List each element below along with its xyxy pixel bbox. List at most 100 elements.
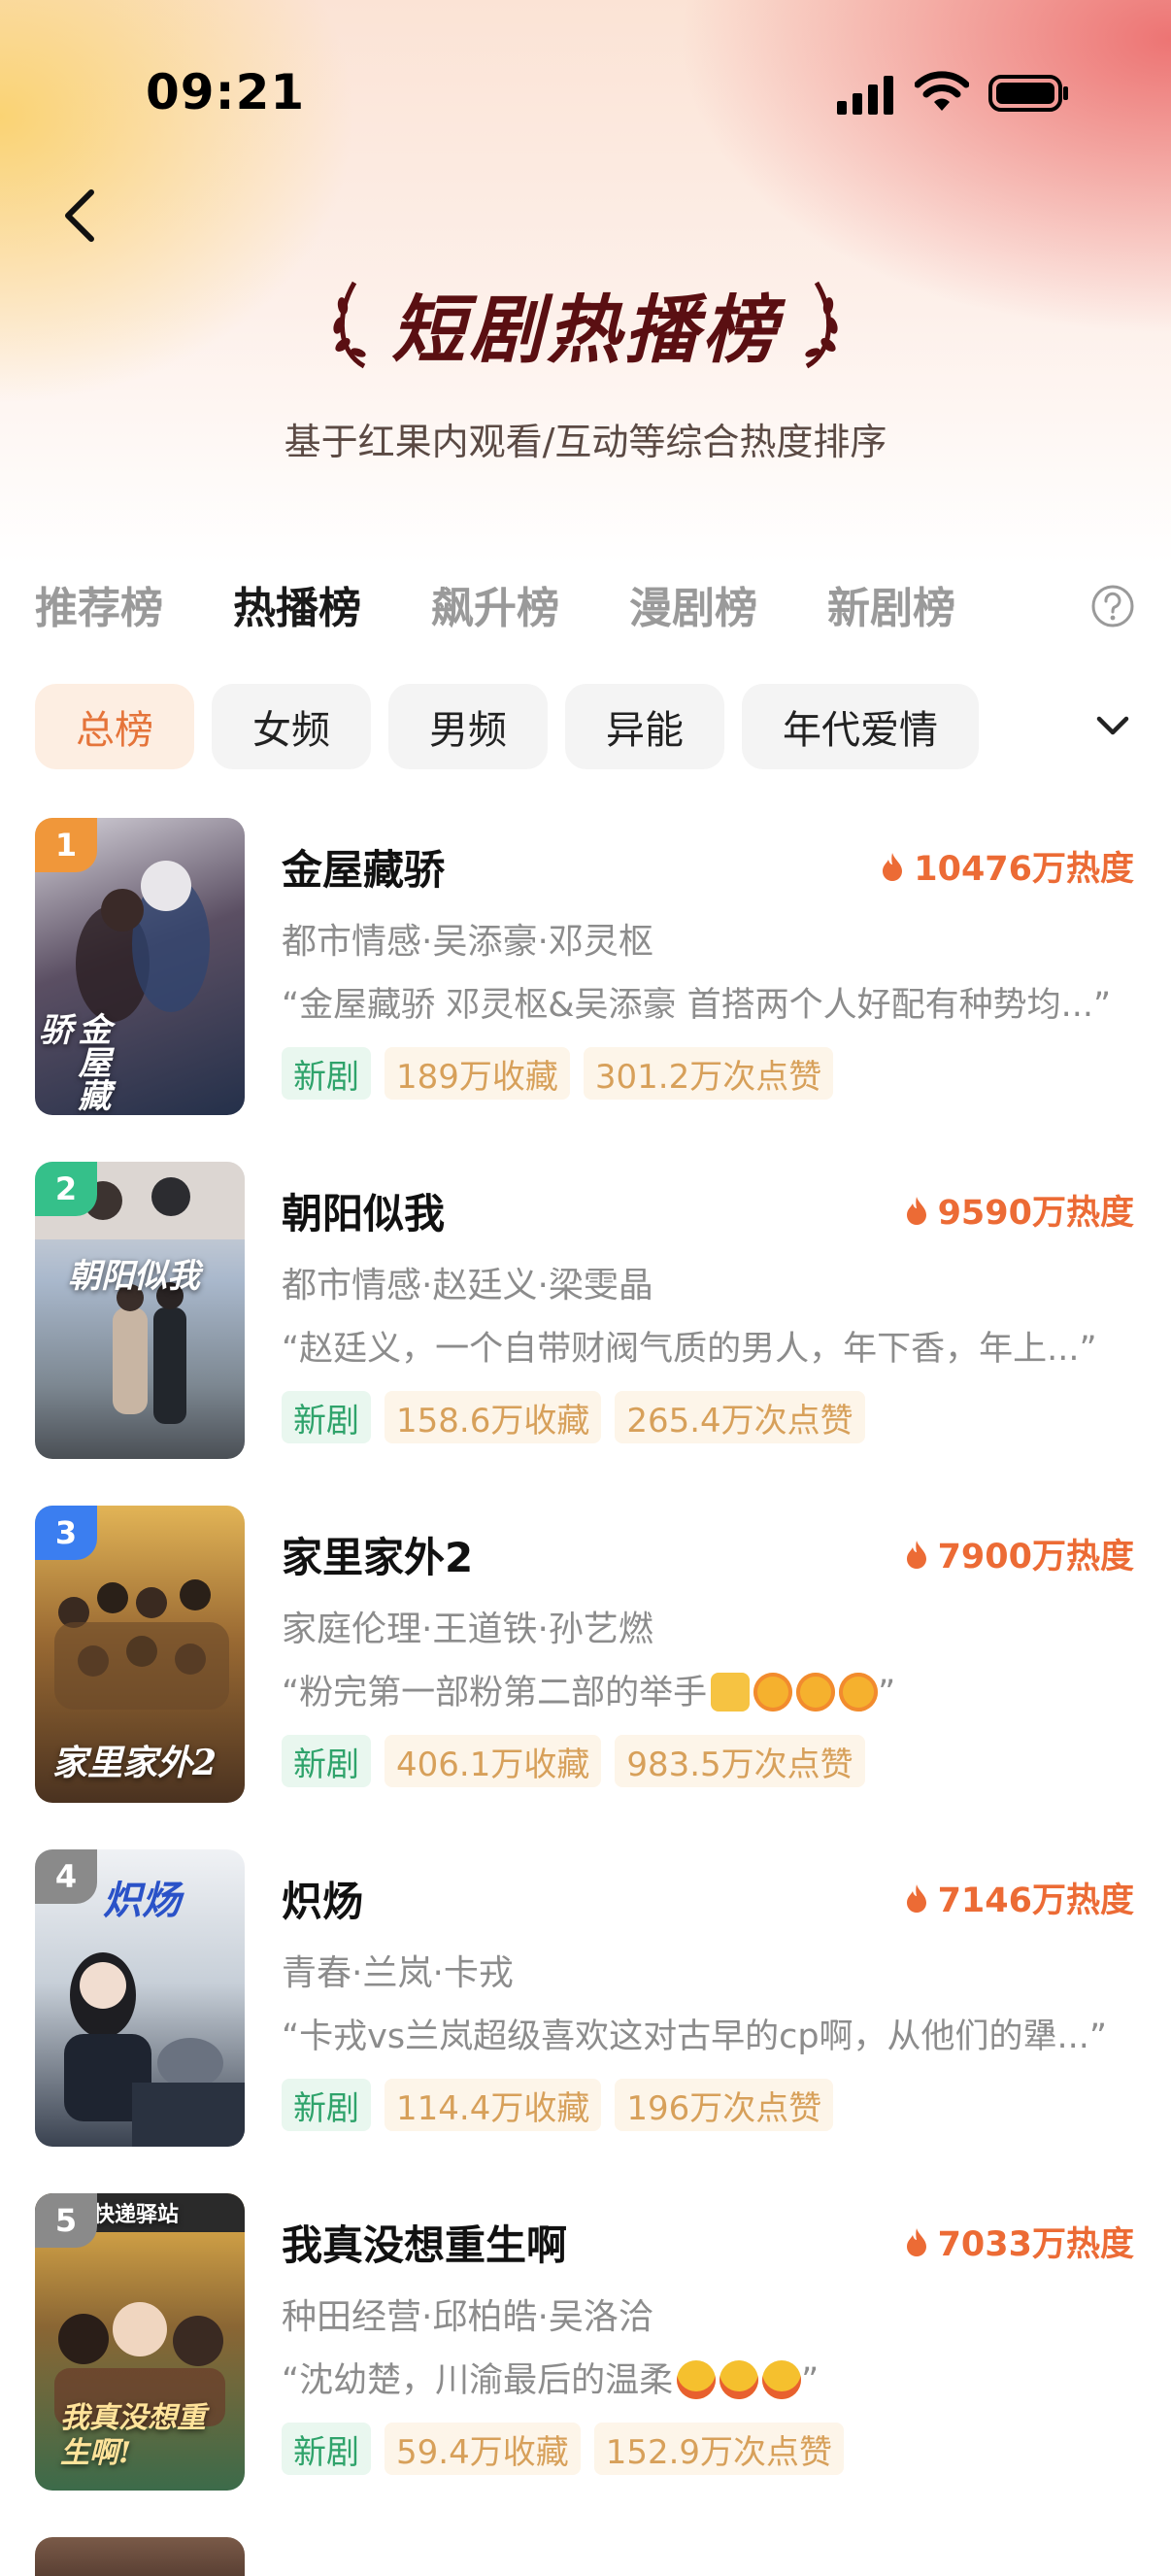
drama-tags: 种田经营·邱柏皓·吴洛洽: [282, 2297, 653, 2337]
tab-rising[interactable]: 飙升榜: [431, 573, 559, 641]
drama-item[interactable]: 家里家外2 3 家里家外2 7900万热度 家庭伦理·王道铁·孙艺燃 “粉完第一…: [0, 1504, 1171, 1847]
likes-badge: 265.4万次点赞: [615, 1391, 865, 1443]
tab-hot[interactable]: 热播榜: [233, 573, 361, 641]
rank-badge: 3: [35, 1506, 97, 1560]
poster-title-text: 家里家外2: [52, 1743, 217, 1783]
laurel-left-icon: [333, 281, 366, 369]
page-title-area: 短剧热播榜: [0, 270, 1171, 377]
flame-icon: [906, 1196, 926, 1225]
quote-close: ”: [878, 1674, 896, 1712]
likes-badge: 152.9万次点赞: [593, 2423, 845, 2475]
drama-item[interactable]: 快递驿站 我真没想重生啊! 5 我真没想重生啊 7033万热度 种田经营·邱柏皓…: [0, 2191, 1171, 2535]
likes-badge: 196万次点赞: [615, 2079, 834, 2131]
heat-score: 7033万热度: [905, 2217, 1134, 2266]
filter-chips: 总榜 女频 男频 异能 年代爱情: [35, 684, 1016, 771]
heat-value: 9590万热度: [937, 1194, 1134, 1233]
poster-sign-text: 快递驿站: [93, 2202, 180, 2227]
status-time: 09:21: [146, 64, 306, 120]
drama-item[interactable]: 朝阳似我 2 朝阳似我 9590万热度 都市情感·赵廷义·梁雯晶 “赵廷义，一个…: [0, 1160, 1171, 1504]
favorites-badge: 114.4万收藏: [385, 2079, 602, 2131]
tab-comic[interactable]: 漫剧榜: [629, 573, 757, 641]
drama-quote: “卡戎vs兰岚超级喜欢这对古早的cp啊，从他们的犟...”: [282, 2017, 1108, 2056]
chip-supernatural[interactable]: 异能: [565, 684, 724, 769]
drama-quote: “粉完第一部粉第二部的举手 ”: [282, 1665, 1136, 1714]
new-badge: 新剧: [282, 2079, 371, 2131]
drama-quote: “赵廷义，一个自带财阀气质的男人，年下香，年上...”: [282, 1330, 1097, 1369]
flame-icon: [883, 852, 903, 881]
tab-new[interactable]: 新剧榜: [827, 573, 955, 641]
page-subtitle: 基于红果内观看/互动等综合热度排序: [284, 421, 887, 463]
drama-item[interactable]: 金屋藏骄 1 金屋藏骄 10476万热度 都市情感·吴添豪·邓灵枢 “金屋藏骄 …: [0, 816, 1171, 1160]
poster-image: 金屋藏骄 1: [35, 818, 245, 1115]
heart-eyes-emoji-icon: [839, 1673, 879, 1712]
chip-all[interactable]: 总榜: [35, 684, 194, 769]
laughing-emoji-icon: [677, 2360, 717, 2399]
favorites-badge: 406.1万收藏: [385, 1735, 602, 1787]
heat-value: 10476万热度: [914, 850, 1134, 889]
drama-title: 我真没想重生啊: [282, 2221, 568, 2269]
drama-badges: 新剧 114.4万收藏 196万次点赞: [282, 2079, 847, 2131]
drama-tags: 青春·兰岚·卡戎: [282, 1953, 514, 1993]
quote-close: ”: [801, 2361, 820, 2400]
heat-score: 7900万热度: [905, 1529, 1134, 1578]
new-badge: 新剧: [282, 1047, 371, 1100]
new-badge: 新剧: [282, 1735, 371, 1787]
cellular-signal-icon: [837, 76, 893, 115]
quote-text: “沈幼楚，川渝最后的温柔: [282, 2361, 674, 2400]
rank-badge: 2: [35, 1162, 97, 1216]
poster-image: 快递驿站 我真没想重生啊! 5: [35, 2193, 245, 2491]
drama-list: 金屋藏骄 1 金屋藏骄 10476万热度 都市情感·吴添豪·邓灵枢 “金屋藏骄 …: [0, 816, 1171, 2576]
poster-image: 家里家外2 3: [35, 1506, 245, 1803]
heat-value: 7900万热度: [937, 1538, 1134, 1576]
drama-title: 金屋藏骄: [282, 846, 446, 894]
battery-icon: [988, 75, 1068, 112]
poster-image: 朝阳似我 2: [35, 1162, 245, 1459]
poster-image: [35, 2537, 245, 2576]
drama-tags: 家庭伦理·王道铁·孙艺燃: [282, 1610, 653, 1649]
heat-value: 7033万热度: [937, 2225, 1134, 2264]
laurel-right-icon: [805, 281, 838, 369]
chip-era-romance[interactable]: 年代爱情: [742, 684, 979, 769]
new-badge: 新剧: [282, 2423, 371, 2475]
heat-score: 10476万热度: [881, 841, 1134, 891]
drama-badges: 新剧 59.4万收藏 152.9万次点赞: [282, 2423, 857, 2475]
rank-tabs: 推荐榜 热播榜 飙升榜 漫剧榜 新剧榜: [35, 573, 1025, 641]
poster-title-text: 金屋藏骄: [35, 1012, 111, 1111]
drama-quote: “金屋藏骄 邓灵枢&吴添豪 首搭两个人好配有种势均...”: [282, 986, 1112, 1025]
flame-icon: [906, 2227, 926, 2256]
wifi-icon: [915, 71, 969, 111]
heart-eyes-emoji-icon: [796, 1673, 836, 1712]
page-title: 短剧热播榜: [391, 287, 780, 373]
chip-male[interactable]: 男频: [388, 684, 548, 769]
drama-title: 家里家外2: [282, 1534, 474, 1581]
poster-title-text: 炽炀: [103, 1878, 181, 1923]
status-bar: 09:21: [0, 0, 1171, 185]
rank-badge: 5: [35, 2193, 97, 2248]
quote-text: “粉完第一部粉第二部的举手: [282, 1674, 708, 1712]
back-arrow-icon[interactable]: [54, 185, 109, 247]
chip-female[interactable]: 女频: [212, 684, 371, 769]
rank-badge: 4: [35, 1849, 97, 1904]
drama-item[interactable]: 炽炀 4 炽炀 7146万热度 青春·兰岚·卡戎 “卡戎vs兰岚超级喜欢这对古早…: [0, 1847, 1171, 2191]
drama-tags: 都市情感·吴添豪·邓灵枢: [282, 922, 653, 962]
heat-score: 9590万热度: [905, 1185, 1134, 1235]
drama-quote: “沈幼楚，川渝最后的温柔 ”: [282, 2353, 1136, 2402]
laughing-emoji-icon: [762, 2360, 802, 2399]
rank-badge: 1: [35, 818, 97, 872]
poster-image: 炽炀 4: [35, 1849, 245, 2147]
drama-title: 炽炀: [282, 1878, 364, 1925]
drama-badges: 新剧 406.1万收藏 983.5万次点赞: [282, 1735, 879, 1787]
heat-value: 7146万热度: [937, 1881, 1134, 1920]
help-icon[interactable]: [1089, 583, 1136, 629]
tab-recommend[interactable]: 推荐榜: [35, 573, 163, 641]
flame-icon: [906, 1540, 926, 1569]
drama-badges: 新剧 158.6万收藏 265.4万次点赞: [282, 1391, 879, 1443]
laughing-emoji-icon: [719, 2360, 759, 2399]
drama-title: 朝阳似我: [282, 1190, 446, 1237]
likes-badge: 301.2万次点赞: [583, 1047, 834, 1100]
chevron-down-icon[interactable]: [1089, 705, 1136, 748]
drama-badges: 新剧 189万收藏 301.2万次点赞: [282, 1047, 847, 1100]
drama-tags: 都市情感·赵廷义·梁雯晶: [282, 1266, 653, 1305]
favorites-badge: 189万收藏: [385, 1047, 570, 1100]
drama-item[interactable]: [0, 2535, 1171, 2576]
